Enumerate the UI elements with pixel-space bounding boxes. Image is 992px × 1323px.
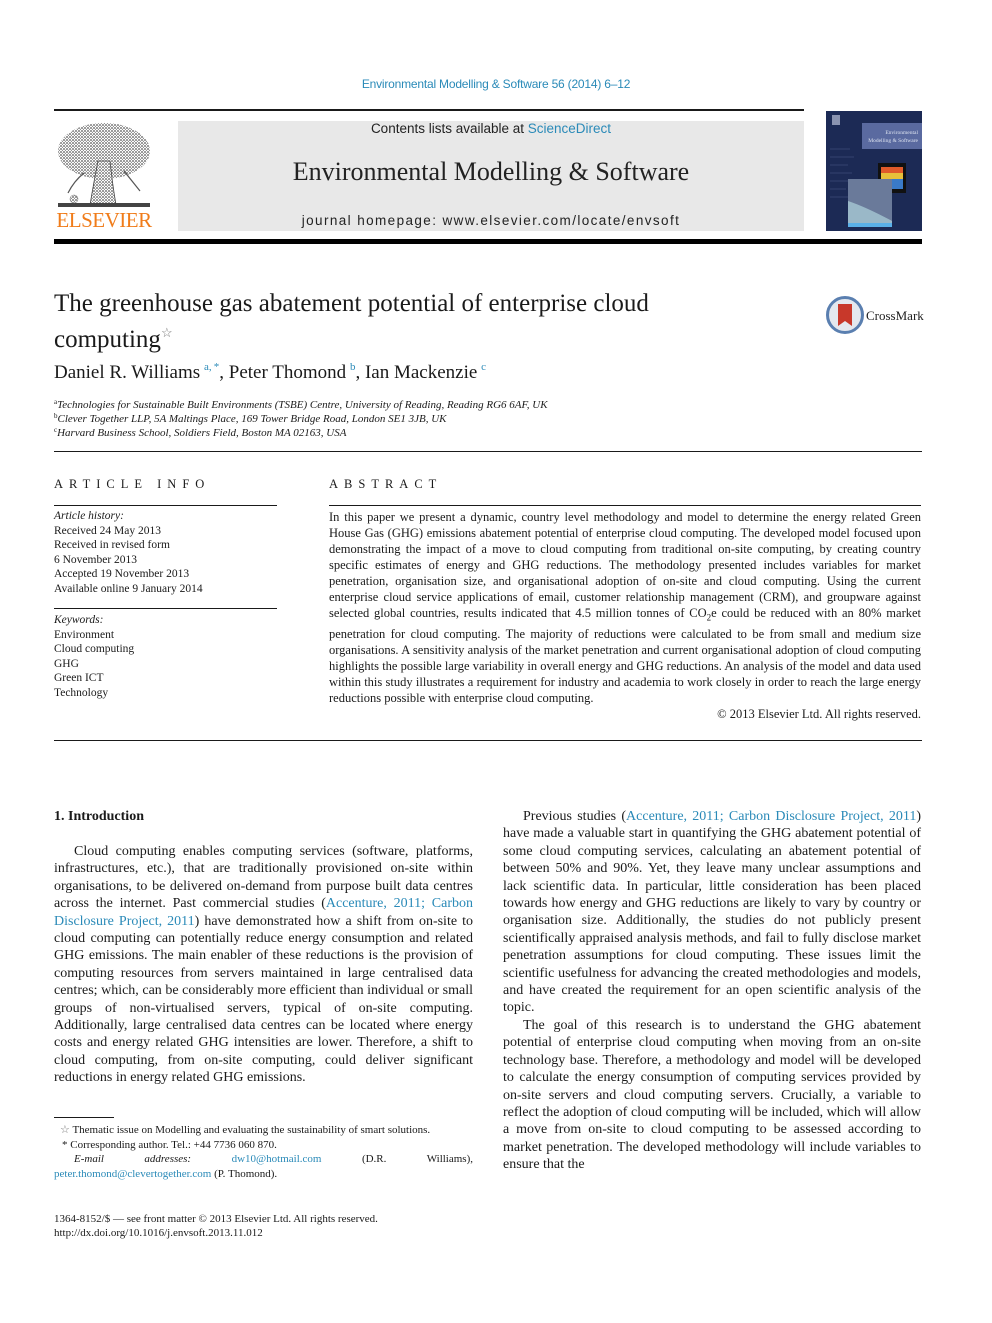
author-1: Daniel R. Williams a, *, [54, 361, 229, 383]
article-info-rule [54, 505, 277, 506]
text: ) have demonstrated how a shift from on-… [54, 913, 473, 1086]
intro-right-column: Previous studies (Accenture, 2011; Carbo… [503, 808, 921, 1174]
history-item: Available online 9 January 2014 [54, 582, 203, 595]
journal-cover[interactable]: Environmental Modelling & Software [826, 111, 922, 231]
email-link-williams[interactable]: dw10@hotmail.com [232, 1153, 322, 1165]
email-owner: (P. Thomond). [211, 1167, 278, 1180]
history-label: Article history: [54, 510, 124, 522]
author-sep: , [355, 362, 365, 383]
author-2: Peter Thomond b, [228, 361, 365, 383]
header-top-rule [54, 109, 804, 111]
author-affil-link[interactable]: a, * [204, 361, 219, 373]
keyword: Green ICT [54, 672, 104, 684]
footnote-corresponding: * Corresponding author. Tel.: +44 7736 0… [54, 1138, 473, 1153]
affiliation-c: cHarvard Business School, Soldiers Field… [54, 423, 346, 441]
abstract-body: In this paper we present a dynamic, coun… [329, 509, 921, 722]
journal-banner: Contents lists available at ScienceDirec… [178, 121, 804, 231]
email-owner: (D.R. Williams), [321, 1153, 473, 1165]
footnotes: ☆ Thematic issue on Modelling and evalua… [54, 1123, 473, 1181]
crossmark-badge[interactable]: CrossMark [826, 296, 926, 336]
abstract-rule [329, 505, 921, 506]
intro-paragraph-1: Cloud computing enables computing servic… [54, 843, 473, 1087]
footnote-text: Corresponding author. Tel.: +44 7736 060… [70, 1138, 277, 1151]
abstract-copyright: © 2013 Elsevier Ltd. All rights reserved… [717, 706, 921, 721]
keywords-rule [54, 608, 277, 609]
cover-elsevier-icon [832, 115, 840, 125]
email-label: E-mail addresses: [74, 1153, 192, 1165]
journal-citation[interactable]: Environmental Modelling & Software 56 (2… [0, 77, 992, 91]
cover-title-2: Modelling & Software [868, 137, 918, 144]
article-title: The greenhouse gas abatement potential o… [54, 289, 754, 354]
intro-paragraph-3: The goal of this research is to understa… [503, 1017, 921, 1173]
elsevier-wordmark: ELSEVIER [56, 208, 152, 232]
author-name: Peter Thomond [228, 362, 347, 383]
keyword: Cloud computing [54, 643, 135, 655]
contents-prefix: Contents lists available at [370, 121, 528, 136]
header-bottom-rule [54, 239, 922, 244]
title-footnote-star[interactable]: ☆ [161, 325, 173, 340]
footnote-star: ☆ [60, 1124, 70, 1136]
citation-link[interactable]: Accenture, 2011; Carbon Disclosure Proje… [626, 809, 916, 824]
article-info-heading: ARTICLE INFO [54, 477, 211, 491]
footnote-asterisk: * [62, 1138, 68, 1151]
keyword: GHG [54, 657, 79, 670]
history-item: Received in revised form [54, 539, 170, 551]
keyword: Technology [54, 686, 109, 699]
keyword: Environment [54, 628, 115, 641]
footnote-text: Thematic issue on Modelling and evaluati… [72, 1124, 431, 1136]
author-name: Daniel R. Williams [54, 362, 201, 383]
intro-left-column: Cloud computing enables computing servic… [54, 843, 473, 1087]
issn-line: 1364-8152/$ — see front matter © 2013 El… [54, 1213, 378, 1225]
title-line-2: computing [54, 326, 161, 353]
author-affil-link[interactable]: c [481, 361, 486, 373]
section-heading-introduction: 1. Introduction [54, 809, 144, 824]
history-item: Received 24 May 2013 [54, 524, 161, 537]
cover-title-1: Environmental [885, 130, 918, 136]
elsevier-tree-icon [58, 123, 150, 207]
affil-text: Harvard Business School, Soldiers Field,… [57, 427, 347, 439]
keywords: Keywords: Environment Cloud computing GH… [54, 613, 134, 700]
abstract-text-1: In this paper we present a dynamic, coun… [329, 510, 921, 620]
abstract-bottom-rule [54, 740, 922, 741]
crossmark-label: CrossMark [866, 308, 924, 323]
history-item: 6 November 2013 [54, 553, 138, 566]
crossmark-icon [826, 296, 864, 334]
author-name: Ian Mackenzie [364, 362, 478, 383]
title-line-1: The greenhouse gas abatement potential o… [54, 290, 649, 317]
footnote-emails: E-mail addresses: dw10@hotmail.com (D.R.… [54, 1152, 473, 1181]
article-history: Article history: Received 24 May 2013 Re… [54, 509, 203, 596]
meta-divider [54, 451, 922, 452]
history-item: Accepted 19 November 2013 [54, 568, 190, 580]
journal-homepage[interactable]: journal homepage: www.elsevier.com/locat… [178, 213, 804, 228]
contents-line: Contents lists available at ScienceDirec… [178, 121, 804, 136]
author-list: Daniel R. Williams a, *, Peter Thomond b… [54, 361, 486, 384]
elsevier-logo[interactable]: ELSEVIER [54, 121, 154, 233]
abstract-text-2: e could be reduced with an 80% market pe… [329, 606, 921, 705]
sciencedirect-link[interactable]: ScienceDirect [528, 121, 611, 136]
author-sep: , [219, 362, 229, 383]
text: Previous studies ( [523, 809, 627, 824]
doi-link[interactable]: http://dx.doi.org/10.1016/j.envsoft.2013… [54, 1226, 263, 1241]
abstract-heading: ABSTRACT [329, 477, 443, 491]
journal-cover-image: Environmental Modelling & Software [826, 111, 922, 231]
text: ) have made a valuable start in quantify… [503, 809, 921, 1016]
keywords-label: Keywords: [54, 614, 104, 626]
footnote-rule [54, 1117, 114, 1118]
footnote-thematic: ☆ Thematic issue on Modelling and evalua… [54, 1123, 473, 1138]
journal-name: Environmental Modelling & Software [292, 157, 690, 186]
author-3: Ian Mackenzie c [364, 361, 486, 383]
intro-paragraph-2: Previous studies (Accenture, 2011; Carbo… [503, 808, 921, 1017]
email-link-thomond[interactable]: peter.thomond@clevertogether.com [54, 1168, 211, 1180]
